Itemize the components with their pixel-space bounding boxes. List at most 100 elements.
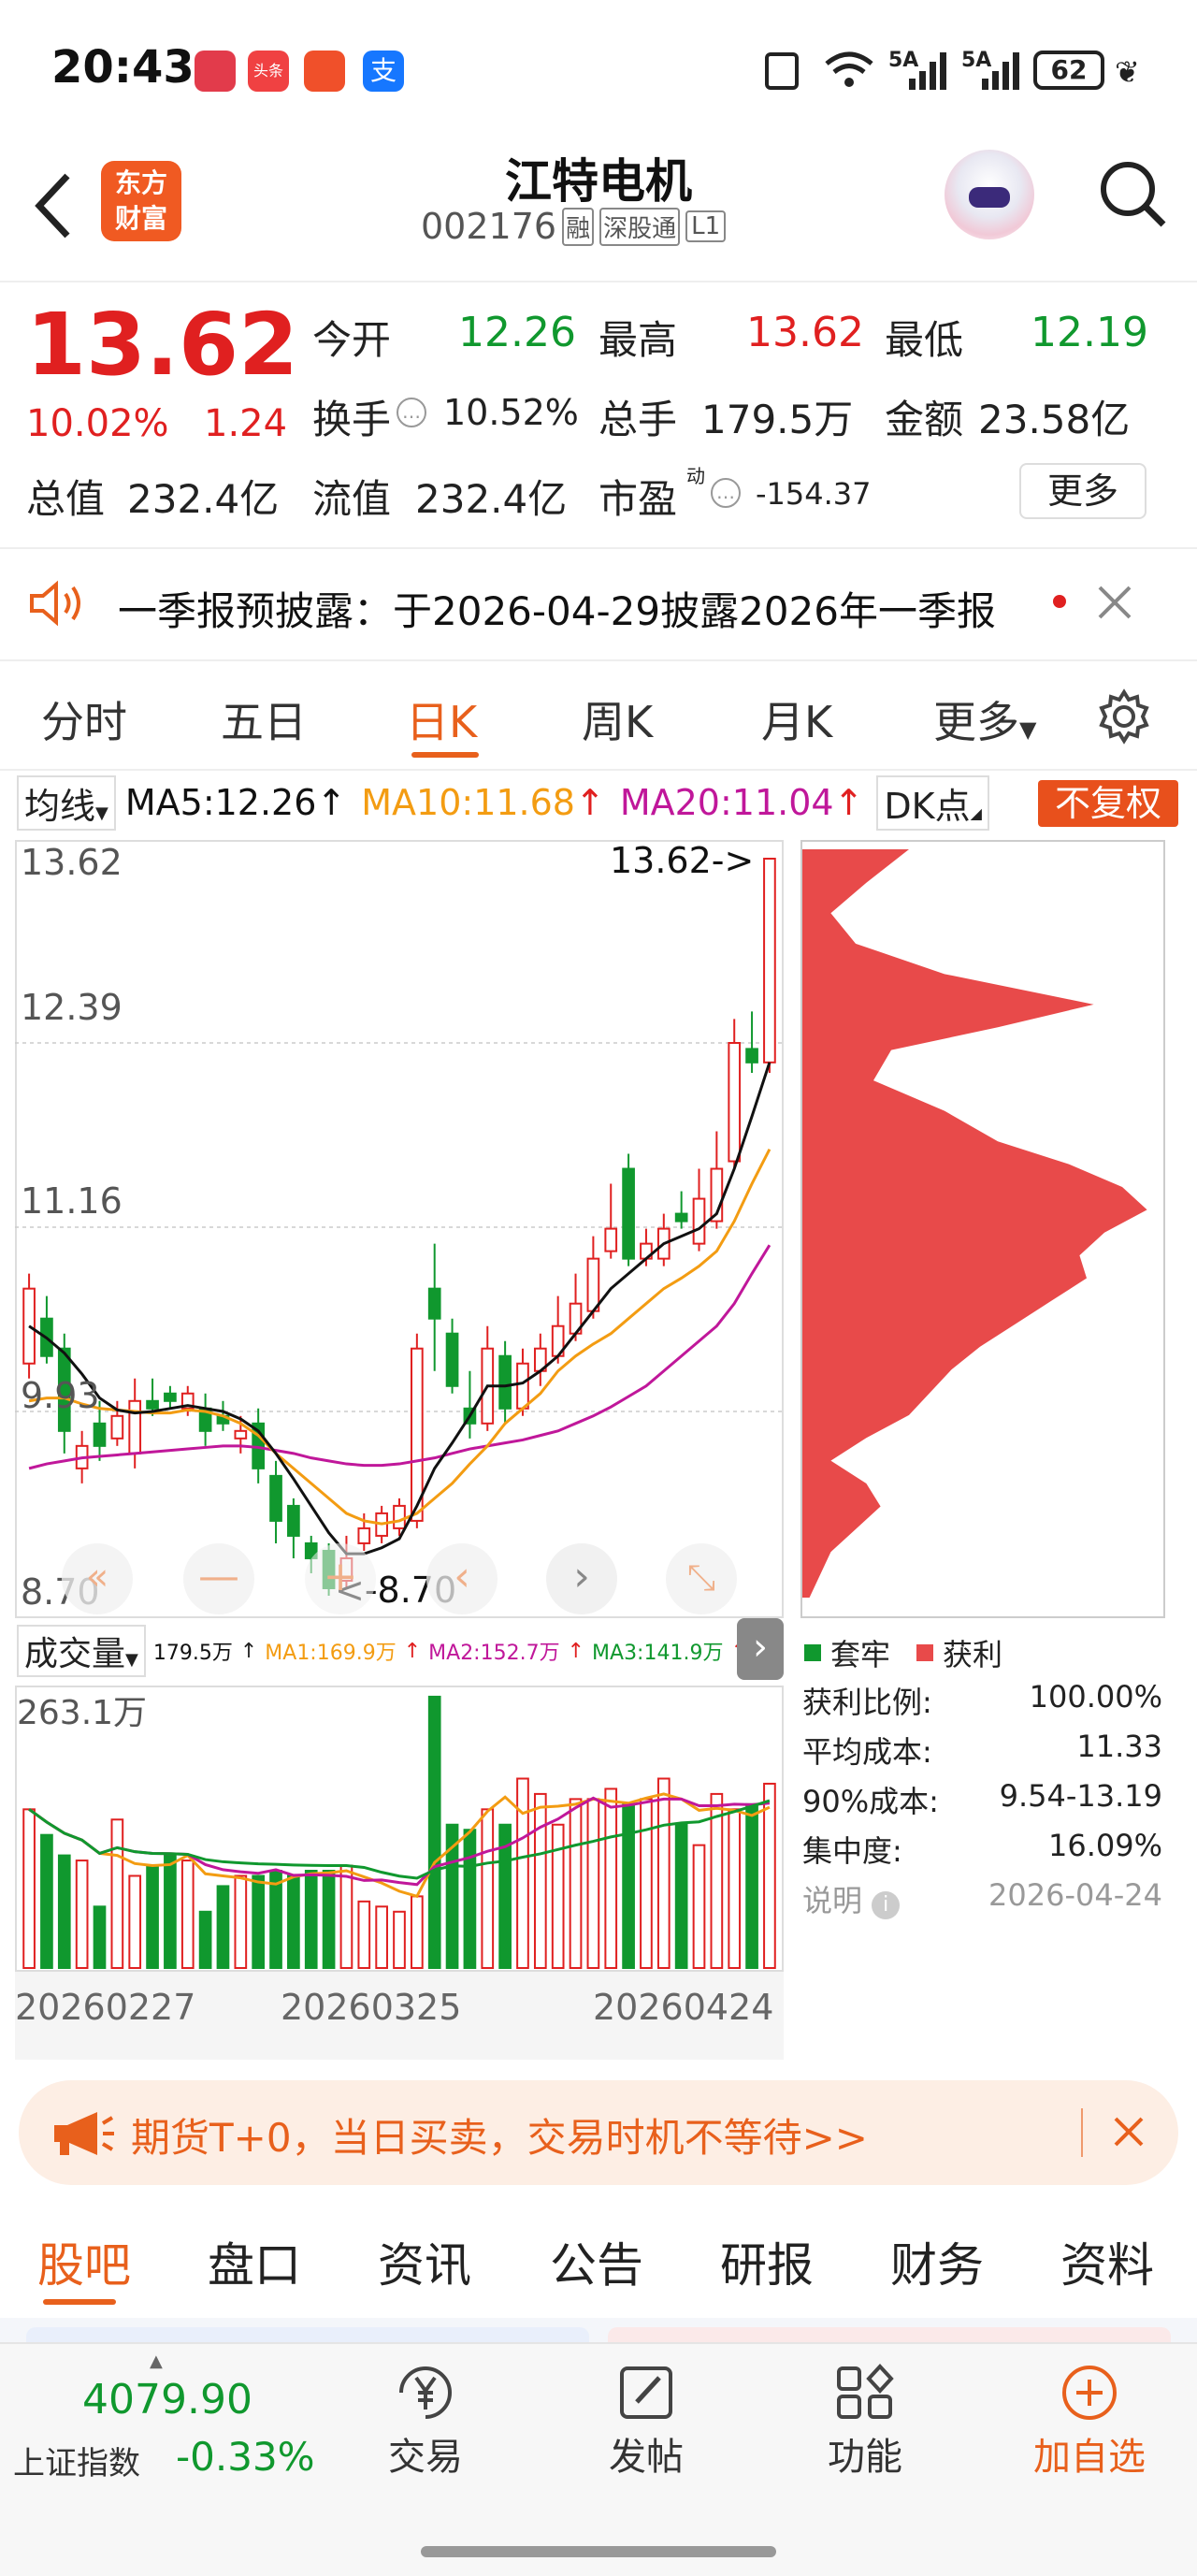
turnover-info-icon: …: [397, 398, 426, 427]
robot-assistant-icon[interactable]: [945, 150, 1034, 239]
tab-pankou[interactable]: 盘口: [208, 2228, 301, 2295]
yen-icon: [399, 2366, 452, 2419]
volume-bar: [551, 1823, 565, 1969]
active-section-underline: [43, 2299, 116, 2305]
stock-code-line: 002176 融 深股通 L1: [421, 206, 795, 247]
notice-bar[interactable]: 一季报预披露：于2026-04-29披露2026年一季报: [0, 552, 1197, 655]
chip-note-date: 2026-04-24: [988, 1877, 1162, 1913]
nav-post[interactable]: 发帖: [595, 2363, 698, 2503]
back-icon[interactable]: [30, 168, 77, 243]
leaf-icon: ❦: [1115, 54, 1140, 90]
stock-name: 江特电机: [505, 154, 692, 209]
kline-chart[interactable]: [15, 840, 784, 1618]
ma5-value: MA5:12.26: [124, 782, 317, 823]
nav-trade[interactable]: 交易: [374, 2363, 477, 2503]
candle-body: [745, 1048, 758, 1064]
battery-icon: 62: [1033, 51, 1104, 90]
zoom-in-button[interactable]: +: [305, 1543, 376, 1614]
volume-bar: [622, 1802, 635, 1969]
volume-bar: [411, 1895, 424, 1969]
candle-body: [393, 1504, 406, 1529]
futures-ad-banner[interactable]: 期货T+0，当日买卖，交易时机不等待>>: [19, 2080, 1178, 2185]
nav-functions-label: 功能: [828, 2436, 902, 2479]
change-amt: 1.24: [204, 402, 288, 445]
app-icon-alipay: 支: [363, 51, 404, 92]
ma10-arrow: ↑: [574, 782, 605, 823]
fq-toggle[interactable]: 不复权: [1038, 780, 1178, 827]
prev-button[interactable]: ‹: [426, 1543, 498, 1614]
home-indicator: [421, 2546, 776, 2557]
tab-announcements[interactable]: 公告: [550, 2228, 643, 2295]
volume-bar: [463, 1829, 477, 1969]
volume-bar: [304, 1870, 318, 1969]
ma-selector[interactable]: 均线▼: [17, 774, 116, 831]
gear-icon[interactable]: [1096, 688, 1152, 745]
volume-label: 总手: [598, 397, 678, 442]
volume-bar: [339, 1864, 353, 1969]
wifi-icon: [825, 51, 873, 87]
tab-research[interactable]: 研报: [720, 2228, 814, 2295]
trap-swatch: [804, 1644, 821, 1661]
tab-five-day[interactable]: 五日: [221, 688, 307, 750]
ma10-value: MA10:11.68: [361, 782, 575, 823]
chip-conc-value: 16.09%: [1047, 1828, 1162, 1863]
search-icon[interactable]: [1096, 157, 1171, 232]
status-time: 20:43: [51, 41, 195, 94]
tab-monthly-k[interactable]: 月K: [761, 688, 832, 750]
mcap-label: 总值: [26, 476, 106, 522]
volume-bar: [234, 1874, 248, 1970]
kline-max-note: 13.62->: [610, 840, 755, 881]
speaker-icon: [30, 580, 80, 627]
nav-add-watchlist[interactable]: 加自选: [1019, 2363, 1160, 2503]
candle-body: [146, 1399, 159, 1410]
tab-daily-k[interactable]: 日K: [406, 688, 477, 750]
tab-guba[interactable]: 股吧: [37, 2228, 131, 2295]
more-button[interactable]: 更多: [1019, 463, 1147, 519]
candle-body: [22, 1287, 36, 1365]
volume-bar: [604, 1787, 618, 1970]
tab-weekly-k[interactable]: 周K: [582, 688, 653, 750]
candle-body: [234, 1429, 248, 1440]
expand-indicator-button[interactable]: ›: [737, 1618, 784, 1680]
section-tabs: 股吧 盘口 资讯 公告 研报 财务 资料: [0, 2217, 1197, 2310]
ad-text: 期货T+0，当日买卖，交易时机不等待>>: [131, 2115, 868, 2161]
divider: [0, 547, 1197, 549]
volume-bar: [674, 1823, 688, 1969]
scroll-left-button[interactable]: «: [62, 1543, 133, 1614]
next-button[interactable]: ›: [546, 1543, 617, 1614]
quote-panel: 13.62 10.02% 1.24 今开 12.26 最高 13.62 最低 1…: [0, 285, 1197, 547]
chip-note-label: 说明: [802, 1883, 863, 1918]
candle-body: [93, 1422, 107, 1447]
open-label: 今开: [312, 317, 392, 363]
volume-bar: [287, 1874, 300, 1970]
index-widget[interactable]: 4079.90 上证指数 -0.33%: [13, 2372, 315, 2503]
tab-news[interactable]: 资讯: [378, 2228, 471, 2295]
fullscreen-button[interactable]: ⤡: [666, 1543, 737, 1614]
chip-note-link[interactable]: 说明 i: [802, 1877, 901, 1927]
zoom-out-button[interactable]: —: [183, 1543, 254, 1614]
grid-icon: [837, 2364, 894, 2419]
low-label: 最低: [885, 317, 964, 363]
ma10-line: [28, 1149, 772, 1526]
close-icon[interactable]: [1096, 584, 1133, 621]
volume-bar: [481, 1808, 495, 1969]
logo-line-1: 东方: [114, 167, 167, 198]
volume-bar: [40, 1833, 53, 1969]
status-bar: 20:43 头条 支 5A 5A 62 ❦: [0, 37, 1197, 103]
tab-more[interactable]: 更多▼: [933, 688, 1036, 750]
tab-finance[interactable]: 财务: [890, 2228, 984, 2295]
volume-bar: [57, 1854, 71, 1969]
badge-margin: 融: [562, 207, 595, 246]
volume-bar: [656, 1777, 671, 1969]
nav-functions[interactable]: 功能: [814, 2363, 916, 2503]
ad-divider: [1081, 2108, 1083, 2157]
volume-selector[interactable]: 成交量▼: [17, 1625, 146, 1677]
tab-intraday[interactable]: 分时: [41, 688, 127, 750]
dk-selector[interactable]: DK点◢: [876, 774, 989, 831]
volume-bar: [322, 1870, 336, 1969]
vol-ma2-value: MA2:152.7万: [428, 1642, 560, 1665]
vibrate-icon: [765, 52, 799, 90]
chip-legend: 套牢 获利: [804, 1631, 1002, 1674]
close-icon[interactable]: [1113, 2116, 1145, 2148]
tab-profile[interactable]: 资料: [1060, 2228, 1154, 2295]
